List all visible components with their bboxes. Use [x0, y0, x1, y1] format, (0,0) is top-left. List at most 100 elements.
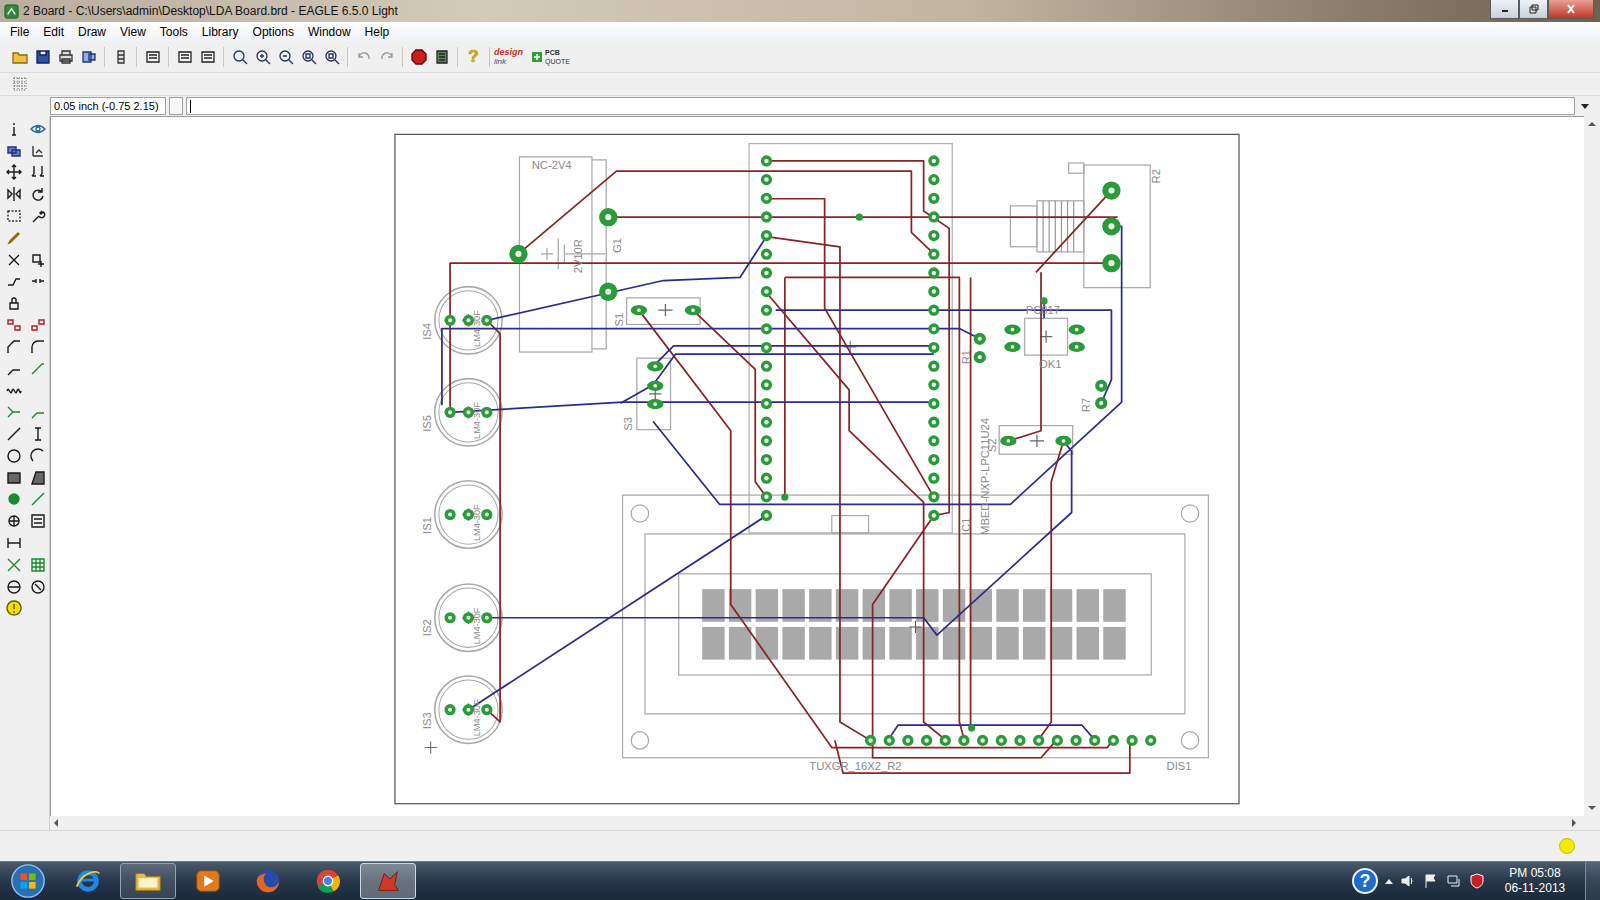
mbed-pin-pair[interactable]: [761, 435, 940, 446]
flag-icon[interactable]: [1423, 873, 1439, 889]
component-label[interactable]: IS4: [421, 323, 433, 340]
scroll-right-icon[interactable]: [1572, 819, 1576, 827]
oval-pad[interactable]: [631, 305, 647, 315]
oval-pad[interactable]: [647, 399, 663, 409]
via[interactable]: [781, 494, 788, 501]
tool-button[interactable]: [27, 271, 49, 293]
vertical-scrollbar[interactable]: [1584, 116, 1600, 816]
tool-button[interactable]: [3, 292, 25, 314]
toolbar-button[interactable]: [320, 46, 343, 68]
oval-pad[interactable]: [647, 361, 663, 371]
toolbar-button[interactable]: [141, 46, 164, 68]
toolbar-button[interactable]: [430, 46, 453, 68]
bottom-trace[interactable]: [888, 725, 1095, 740]
lcd-header-pin[interactable]: [996, 735, 1007, 746]
toolbar-button[interactable]: [352, 46, 375, 68]
component-label[interactable]: IS5: [421, 415, 433, 432]
tool-button[interactable]: [3, 380, 25, 402]
top-trace[interactable]: [693, 310, 766, 497]
oval-pad[interactable]: [685, 305, 701, 315]
board-view[interactable]: NC-2V42V10RG1S1S3IS4IS5IS1IS2IS3LM4-30FL…: [50, 116, 1584, 816]
top-trace[interactable]: [766, 161, 949, 516]
tool-button[interactable]: [27, 467, 49, 489]
top-trace[interactable]: [1036, 191, 1112, 273]
menu-item[interactable]: Tools: [153, 25, 195, 39]
lcd-header-pin[interactable]: [940, 735, 951, 746]
component-label[interactable]: IC1: [960, 517, 972, 534]
mbed-pin-pair[interactable]: [761, 417, 940, 428]
mbed-pin-pair[interactable]: [761, 230, 940, 241]
component-label[interactable]: LM4-30F: [472, 402, 482, 439]
oval-pad[interactable]: [1069, 342, 1085, 352]
taskbar-app[interactable]: [300, 863, 356, 899]
tool-button[interactable]: [3, 554, 25, 576]
sensor-outline[interactable]: [435, 481, 502, 548]
menu-item[interactable]: Options: [246, 25, 301, 39]
mbed-pin-pair[interactable]: [761, 342, 940, 353]
component-label[interactable]: LM4-30F: [472, 504, 482, 541]
tool-button[interactable]: [27, 314, 49, 336]
mbed-pin-pair[interactable]: [761, 249, 940, 260]
toolbar-button[interactable]: [251, 46, 274, 68]
component-label[interactable]: IS3: [421, 712, 433, 729]
show-hidden-icon[interactable]: [1385, 879, 1393, 884]
tool-button[interactable]: [27, 140, 49, 162]
component-label[interactable]: LM4-30F: [472, 310, 482, 347]
sensor-pads[interactable]: [444, 612, 492, 623]
tool-button[interactable]: [27, 118, 49, 140]
via[interactable]: [968, 725, 975, 732]
bottom-trace[interactable]: [450, 402, 929, 412]
restore-button[interactable]: [1519, 0, 1548, 19]
sensor-pads[interactable]: [444, 704, 492, 715]
toolbar-button[interactable]: [8, 46, 31, 68]
component-label[interactable]: S1: [613, 313, 625, 327]
tool-button[interactable]: [3, 598, 25, 620]
pad[interactable]: [1102, 181, 1120, 199]
horizontal-scrollbar[interactable]: [50, 816, 1600, 830]
tool-button[interactable]: [3, 227, 25, 249]
lcd-header-pin[interactable]: [921, 735, 932, 746]
component-label[interactable]: G1: [611, 238, 623, 253]
bottom-trace[interactable]: [776, 310, 1112, 403]
pad[interactable]: [599, 208, 617, 226]
lcd-header-pin[interactable]: [1108, 735, 1119, 746]
component-label[interactable]: MBED-NXP-LPC11U24: [979, 418, 991, 535]
top-trace[interactable]: [1038, 441, 1064, 740]
bottom-trace[interactable]: [442, 329, 980, 406]
tool-button[interactable]: [3, 467, 25, 489]
bottom-trace[interactable]: [653, 346, 934, 366]
tool-button[interactable]: [27, 489, 49, 511]
help-button[interactable]: ?: [462, 46, 485, 68]
component-label[interactable]: OK1: [1039, 358, 1061, 370]
toolbar-button[interactable]: [274, 46, 297, 68]
mbed-pin-pair[interactable]: [761, 323, 940, 334]
oval-pad[interactable]: [1069, 324, 1085, 334]
mbed-outline[interactable]: [749, 144, 952, 533]
component-label[interactable]: R1: [960, 350, 972, 364]
mbed-pin-pair[interactable]: [761, 305, 940, 316]
close-button[interactable]: [1548, 0, 1594, 19]
tool-button[interactable]: [3, 445, 25, 467]
tool-button[interactable]: [3, 510, 25, 532]
taskbar-app[interactable]: [180, 863, 236, 899]
pad[interactable]: [599, 283, 617, 301]
scroll-up-icon[interactable]: [1588, 122, 1596, 126]
tool-button[interactable]: [3, 271, 25, 293]
security-icon[interactable]: [1469, 873, 1485, 889]
toolbar-button[interactable]: [109, 46, 132, 68]
toolbar-button[interactable]: [31, 46, 54, 68]
resistor-pad[interactable]: [974, 333, 986, 345]
toolbar-button[interactable]: [297, 46, 320, 68]
tool-button[interactable]: [27, 249, 49, 271]
mbed-pin-pair[interactable]: [761, 398, 940, 409]
taskbar-app[interactable]: [360, 863, 416, 899]
optocoupler-outline[interactable]: [1025, 318, 1068, 355]
via[interactable]: [856, 214, 863, 221]
lcd-header-pin[interactable]: [1014, 735, 1025, 746]
resistor-pad[interactable]: [1095, 380, 1107, 392]
tool-button[interactable]: [27, 423, 49, 445]
toolbar-button[interactable]: [228, 46, 251, 68]
sensor-pads[interactable]: [444, 509, 492, 520]
sensor-outline[interactable]: [435, 287, 502, 354]
tool-button[interactable]: [27, 205, 49, 227]
